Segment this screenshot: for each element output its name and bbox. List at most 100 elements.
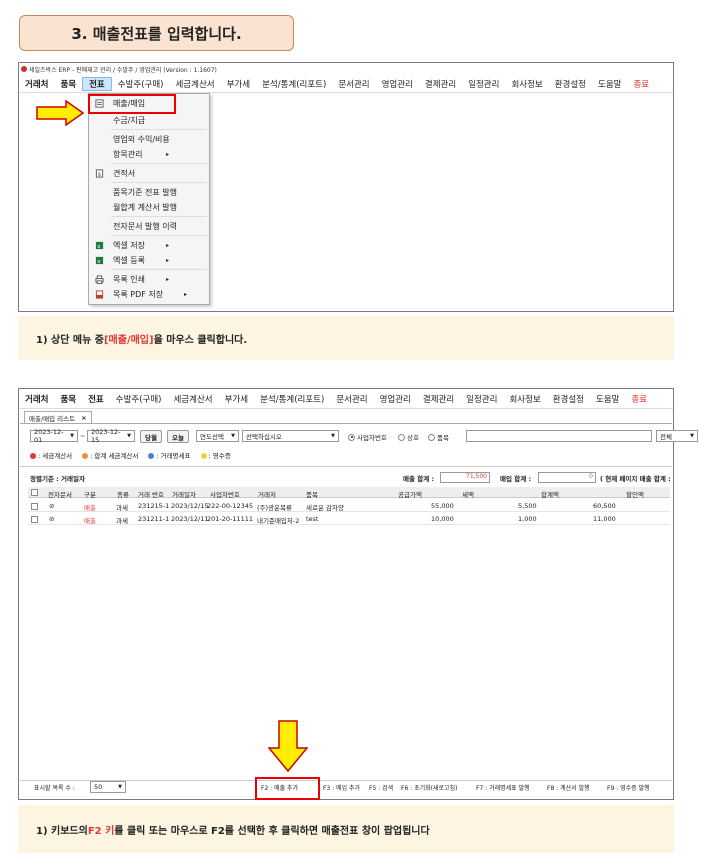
- menu-sales[interactable]: 영업관리: [376, 78, 419, 90]
- blue-dot-icon: [148, 453, 155, 459]
- scope-select[interactable]: 전체 ▼: [656, 430, 698, 442]
- menu-payment[interactable]: 결제관리: [417, 393, 460, 405]
- menubar: 거래처 품목 전표 수발주(구매) 세금계산서 부가세 분석/통계(리포트) 문…: [19, 75, 673, 93]
- dd-item-voucher-issue[interactable]: 품목기준 전표 발행: [89, 185, 209, 200]
- menu-schedule[interactable]: 일정관리: [460, 393, 503, 405]
- radio-item[interactable]: 품목: [428, 432, 449, 442]
- menu-schedule[interactable]: 일정관리: [462, 78, 505, 90]
- dd-edoc-history[interactable]: 전자문서 발행 이력: [89, 219, 209, 234]
- select-all-checkbox[interactable]: [31, 489, 38, 496]
- menu-company[interactable]: 회사정보: [505, 78, 548, 90]
- radio-business-number[interactable]: 사업자번호: [348, 432, 387, 442]
- window-titlebar: 세일즈박스 ERP - 판매재고 관리 / 수발주 / 영업관리 (Versio…: [19, 63, 673, 75]
- menu-item[interactable]: 품목: [54, 78, 82, 90]
- cell-date: 2023/12/11: [171, 515, 209, 523]
- submenu-arrow-icon: ▸: [165, 242, 169, 249]
- legend-statement: : 거래명세표: [148, 450, 191, 460]
- pdf-icon: [95, 290, 104, 299]
- app-icon: [21, 66, 27, 72]
- dd-print-list[interactable]: 목록 인쇄 ▸: [89, 272, 209, 287]
- dd-excel-save[interactable]: x 엑셀 저장 ▸: [89, 238, 209, 253]
- dd-estimate[interactable]: $ 견적서: [89, 166, 209, 181]
- row-checkbox[interactable]: [31, 516, 38, 523]
- key-f6-reset[interactable]: F6 : 초기화(새로고침): [401, 783, 457, 792]
- row-checkbox[interactable]: [31, 503, 38, 510]
- yellow-dot-icon: [200, 453, 207, 459]
- dd-non-operating[interactable]: 영업외 수익/비용: [89, 132, 209, 147]
- dd-divider: [111, 129, 207, 130]
- menu-client[interactable]: 거래처: [19, 393, 54, 405]
- display-count-select[interactable]: 50 ▼: [90, 781, 126, 793]
- dd-collection-payment[interactable]: 수금/지급: [89, 113, 209, 128]
- cell-kind: 매출: [84, 517, 96, 525]
- edoc-status-icon: ⊘: [49, 502, 55, 510]
- dd-excel-import[interactable]: x 엑셀 등록 ▸: [89, 253, 209, 268]
- tab-sales-purchase-list[interactable]: 매출/매입 리스트 ×: [24, 411, 92, 423]
- key-f7-statement[interactable]: F7 : 거래명세표 발행: [476, 783, 530, 792]
- date-from-select[interactable]: 2023-12-01 ▼: [30, 428, 78, 444]
- this-month-button[interactable]: 당월: [140, 430, 162, 443]
- menu-payment[interactable]: 결제관리: [419, 78, 462, 90]
- menu-company[interactable]: 회사정보: [503, 393, 546, 405]
- menu-voucher[interactable]: 전표: [82, 76, 112, 91]
- dd-divider: [111, 216, 207, 217]
- menu-sales[interactable]: 영업관리: [374, 393, 417, 405]
- menu-exit[interactable]: 종료: [627, 78, 655, 90]
- menu-vat[interactable]: 부가세: [221, 78, 256, 90]
- dd-divider: [111, 269, 207, 270]
- pointer-arrow-right-icon: [36, 100, 84, 126]
- printer-icon: [95, 275, 104, 284]
- col-kind[interactable]: 구분: [84, 489, 96, 499]
- year-select[interactable]: 연도선택 ▼: [196, 430, 239, 442]
- condition-select[interactable]: 선택하십시오 ▼: [242, 430, 339, 442]
- key-f3-add-purchase[interactable]: F3 : 매입 추가: [323, 783, 360, 792]
- menu-analysis[interactable]: 분석/통계(리포트): [254, 393, 330, 405]
- menu-voucher[interactable]: 전표: [82, 393, 110, 405]
- excel-icon: x: [95, 241, 104, 250]
- col-biz-number[interactable]: 사업자번호: [210, 489, 240, 499]
- menu-documents[interactable]: 문서관리: [332, 78, 375, 90]
- menu-orders[interactable]: 수발주(구매): [110, 393, 168, 405]
- menu-help[interactable]: 도움말: [592, 78, 627, 90]
- radio-company-name[interactable]: 상호: [398, 432, 419, 442]
- menu-analysis[interactable]: 분석/통계(리포트): [256, 78, 332, 90]
- menu-help[interactable]: 도움말: [590, 393, 625, 405]
- key-f9-receipt[interactable]: F9 : 영수증 발행: [607, 783, 650, 792]
- cell-number: 231211-1: [138, 515, 170, 523]
- key-f8-invoice[interactable]: F8 : 계산서 발행: [547, 783, 590, 792]
- col-client[interactable]: 거래처: [258, 489, 276, 499]
- dd-item-management[interactable]: 항목관리 ▸: [89, 147, 209, 162]
- menu-settings[interactable]: 환경설정: [549, 78, 592, 90]
- col-discount[interactable]: 할인액: [626, 489, 644, 499]
- today-button[interactable]: 오늘: [167, 430, 189, 443]
- radio-icon: [348, 433, 355, 441]
- menu-tax-invoice[interactable]: 세금계산서: [169, 78, 220, 90]
- page-total-label: ( 현재 페이지 매출 합계 :: [600, 475, 671, 483]
- col-edoc[interactable]: 전자문서: [48, 489, 72, 499]
- key-f5-search[interactable]: F5 : 검색: [369, 783, 393, 792]
- dropdown-arrow-icon: ▼: [331, 433, 335, 439]
- tab-close-icon[interactable]: ×: [81, 414, 86, 422]
- col-item[interactable]: 품목: [306, 489, 318, 499]
- dd-monthly-invoice[interactable]: 월합계 계산서 발행: [89, 200, 209, 215]
- search-input[interactable]: [466, 430, 652, 442]
- menu-vat[interactable]: 부가세: [219, 393, 254, 405]
- date-to-select[interactable]: 2023-12-15 ▼: [87, 428, 135, 444]
- dd-pdf-save[interactable]: 목록 PDF 저장 ▸: [89, 287, 209, 302]
- menu-orders[interactable]: 수발주(구매): [112, 78, 170, 90]
- col-tax[interactable]: 세액: [462, 489, 474, 499]
- cell-item: test: [306, 515, 319, 523]
- col-date[interactable]: 거래일자: [172, 489, 196, 499]
- menu-client[interactable]: 거래처: [19, 78, 54, 90]
- menu-documents[interactable]: 문서관리: [330, 393, 373, 405]
- col-supply[interactable]: 공급가액: [398, 489, 422, 499]
- menu-exit[interactable]: 종료: [625, 393, 653, 405]
- col-total[interactable]: 합계액: [541, 489, 559, 499]
- col-type[interactable]: 종류: [117, 489, 129, 499]
- menu-tax-invoice[interactable]: 세금계산서: [167, 393, 218, 405]
- col-number[interactable]: 거래 번호: [138, 489, 164, 499]
- svg-text:x: x: [97, 244, 100, 250]
- menu-settings[interactable]: 환경설정: [547, 393, 590, 405]
- estimate-icon: $: [95, 169, 104, 178]
- menu-item[interactable]: 품목: [54, 393, 82, 405]
